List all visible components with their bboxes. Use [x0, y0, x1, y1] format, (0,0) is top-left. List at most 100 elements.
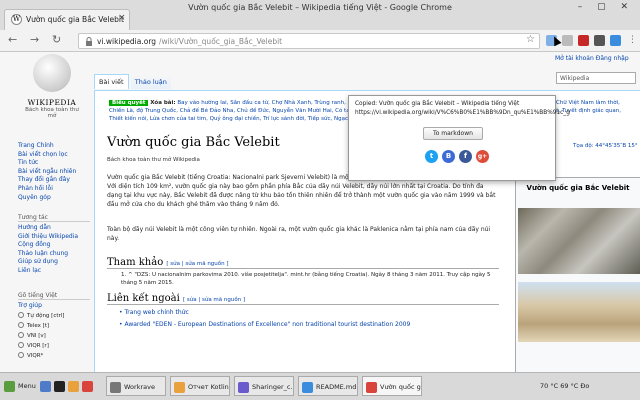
sidebar-item-usage-help[interactable]: Giúp sử dụng [18, 258, 90, 267]
sidebar-interact: Tương tác Hướng dẫn Giới thiệu Wikipedia… [18, 214, 90, 276]
sidebar-heading: Gõ tiếng Việt [18, 292, 90, 300]
sidebar-item-community[interactable]: Cộng đồng [18, 241, 90, 250]
sidebar-item-recent-changes[interactable]: Thay đổi gần đây [18, 176, 90, 185]
shield-extension-icon[interactable] [578, 35, 589, 46]
app-icon [302, 381, 313, 393]
system-tray[interactable]: 70 °C 69 °C Đo [540, 376, 589, 396]
address-bar[interactable]: vi.wikipedia.org /wiki/Vườn_quốc_gia_Bắc… [78, 33, 540, 49]
chrome-icon [82, 380, 93, 392]
typing-option[interactable]: Telex [t] [18, 321, 90, 331]
taskbar-window-active[interactable]: Vườn quốc g... [362, 376, 422, 396]
paragraph: Toàn bộ dãy núi Velebit là một công viên… [107, 226, 491, 242]
copy-popup: Copied: Vườn quốc gia Bắc Velebit – Wiki… [348, 95, 570, 181]
sidebar-item-discussion[interactable]: Thảo luận chung [18, 250, 90, 259]
radio-icon [18, 322, 24, 329]
back-icon[interactable]: ← [8, 33, 17, 46]
tab-title: Vườn quốc gia Bắc Velebit [26, 15, 124, 24]
facebook-icon[interactable]: f [459, 150, 472, 163]
url-path: /wiki/Vườn_quốc_gia_Bắc_Velebit [159, 37, 283, 46]
typing-option[interactable]: VIQR* [18, 351, 90, 361]
web-page: WIKIPEDIA Bách khoa toàn thư mở Trang Ch… [0, 52, 640, 372]
forward-icon[interactable]: → [30, 33, 39, 46]
edit-section-link[interactable]: [ sửa | sửa mã nguồn ] [166, 261, 228, 267]
location-map[interactable] [518, 282, 640, 342]
coordinates[interactable]: Tọa độ: 44°45′35″B 15° [573, 143, 638, 149]
sidebar-heading: Tương tác [18, 214, 90, 222]
radio-icon [18, 332, 24, 339]
google-plus-icon[interactable]: g+ [476, 150, 489, 163]
taskbar-window[interactable]: Sharinger_c... [234, 376, 294, 396]
to-markdown-button[interactable]: To markdown [423, 127, 483, 140]
section-heading-references: Tham khảo [ sửa | sửa mã nguồn ] [107, 257, 499, 269]
taskbar-window[interactable]: Workrave [106, 376, 166, 396]
start-menu-button[interactable]: Menu [4, 376, 36, 396]
taskbar: Menu Workrave Отчет Kotlin... Sharinger_… [0, 372, 640, 400]
url-host: vi.wikipedia.org [97, 37, 157, 46]
sidebar-typing: Gõ tiếng Việt Trợ giúp Tự động [ctrl] Te… [18, 292, 90, 361]
infobox-title: Vườn quốc gia Bắc Velebit [526, 184, 630, 192]
sidebar-item-typing-help[interactable]: Trợ giúp [18, 302, 90, 311]
extension-icon[interactable] [610, 35, 621, 46]
wikipedia-logo[interactable]: WIKIPEDIA Bách khoa toàn thư mở [22, 54, 82, 119]
notice-badge: Biểu quyết [109, 100, 149, 106]
markdown-extension-icon[interactable] [562, 35, 573, 46]
typing-option[interactable]: VNI [v] [18, 331, 90, 341]
chrome-icon [366, 381, 377, 393]
app-icon [238, 381, 249, 393]
app-icon [110, 381, 121, 393]
firefox-icon [68, 380, 79, 392]
sidebar-item-help[interactable]: Hướng dẫn [18, 224, 90, 233]
sidebar-item-featured[interactable]: Bài viết chọn lọc [18, 151, 90, 160]
page-title: Vườn quốc gia Bắc Velebit [107, 135, 280, 150]
reference-item: 1. ^ "DZS: U nacionalnim parkovima 2010.… [121, 272, 491, 286]
typing-option[interactable]: Tự động [ctrl] [18, 311, 90, 321]
section-heading-external-links: Liên kết ngoài [ sửa | sửa mã nguồn ] [107, 293, 499, 305]
reload-icon[interactable]: ↻ [52, 33, 61, 46]
search-input[interactable]: Wikipedia [556, 72, 636, 84]
quick-launch[interactable] [40, 376, 96, 396]
user-links[interactable]: Mở tài khoản Đăng nhập [555, 55, 629, 62]
window-controls[interactable]: – ▢ ✕ [578, 2, 634, 12]
copied-title: Copied: Vườn quốc gia Bắc Velebit – Wiki… [355, 101, 520, 107]
terminal-icon [54, 380, 65, 392]
sidebar-item-contact[interactable]: Liên lạc [18, 267, 90, 276]
site-sub: Bách khoa toàn thư mở Wikipedia [107, 157, 200, 163]
tab-article[interactable]: Bài viết [94, 74, 129, 89]
page-tabs: Bài viết Thảo luận [94, 74, 171, 89]
globe-icon [33, 54, 71, 92]
radio-icon [18, 312, 24, 319]
menu-icon [4, 380, 15, 392]
title-bar: Vườn quốc gia Bắc Velebit – Wikipedia ti… [0, 0, 640, 30]
blogger-icon[interactable]: B [442, 150, 455, 163]
copied-url: https://vi.wikipedia.org/wiki/V%C6%B0%E1… [355, 110, 570, 116]
lock-icon [86, 37, 92, 46]
sidebar-item-report[interactable]: Phản hồi lỗi [18, 185, 90, 194]
bookmark-star-icon[interactable]: ☆ [526, 34, 535, 45]
sidebar-item-main-page[interactable]: Trang Chính [18, 142, 90, 151]
edit-section-link[interactable]: [ sửa | sửa mã nguồn ] [183, 297, 245, 303]
notice-label: Xóa bài: [150, 100, 176, 106]
sidebar-item-about[interactable]: Giới thiệu Wikipedia [18, 233, 90, 242]
twitter-icon[interactable]: t [425, 150, 438, 163]
sidebar-item-news[interactable]: Tin tức [18, 159, 90, 168]
sidebar-nav: Trang Chính Bài viết chọn lọc Tin tức Bà… [18, 142, 90, 202]
evernote-extension-icon[interactable] [594, 35, 605, 46]
infobox: Vườn quốc gia Bắc Velebit [515, 177, 640, 372]
landscape-photo[interactable] [518, 208, 640, 274]
list-item[interactable]: • Awarded "EDEN - European Destinations … [119, 321, 410, 328]
browser-tab[interactable]: W Vườn quốc gia Bắc Velebit × [4, 9, 130, 30]
wikipedia-favicon-icon: W [11, 14, 22, 25]
app-icon [174, 381, 185, 393]
taskbar-window[interactable]: Отчет Kotlin... [170, 376, 230, 396]
radio-icon [18, 342, 24, 349]
radio-icon [18, 352, 24, 359]
list-item[interactable]: • Trang web chính thức [119, 309, 189, 316]
menu-icon[interactable]: ⋮ [628, 35, 637, 45]
browser-toolbar: ← → ↻ vi.wikipedia.org /wiki/Vườn_quốc_g… [0, 30, 640, 52]
taskbar-window[interactable]: README.md... [298, 376, 358, 396]
files-icon [40, 380, 51, 392]
typing-option[interactable]: VIQR [r] [18, 341, 90, 351]
tab-talk[interactable]: Thảo luận [130, 75, 171, 89]
close-icon[interactable]: × [118, 13, 126, 23]
sidebar-item-donate[interactable]: Quyên góp [18, 194, 90, 203]
